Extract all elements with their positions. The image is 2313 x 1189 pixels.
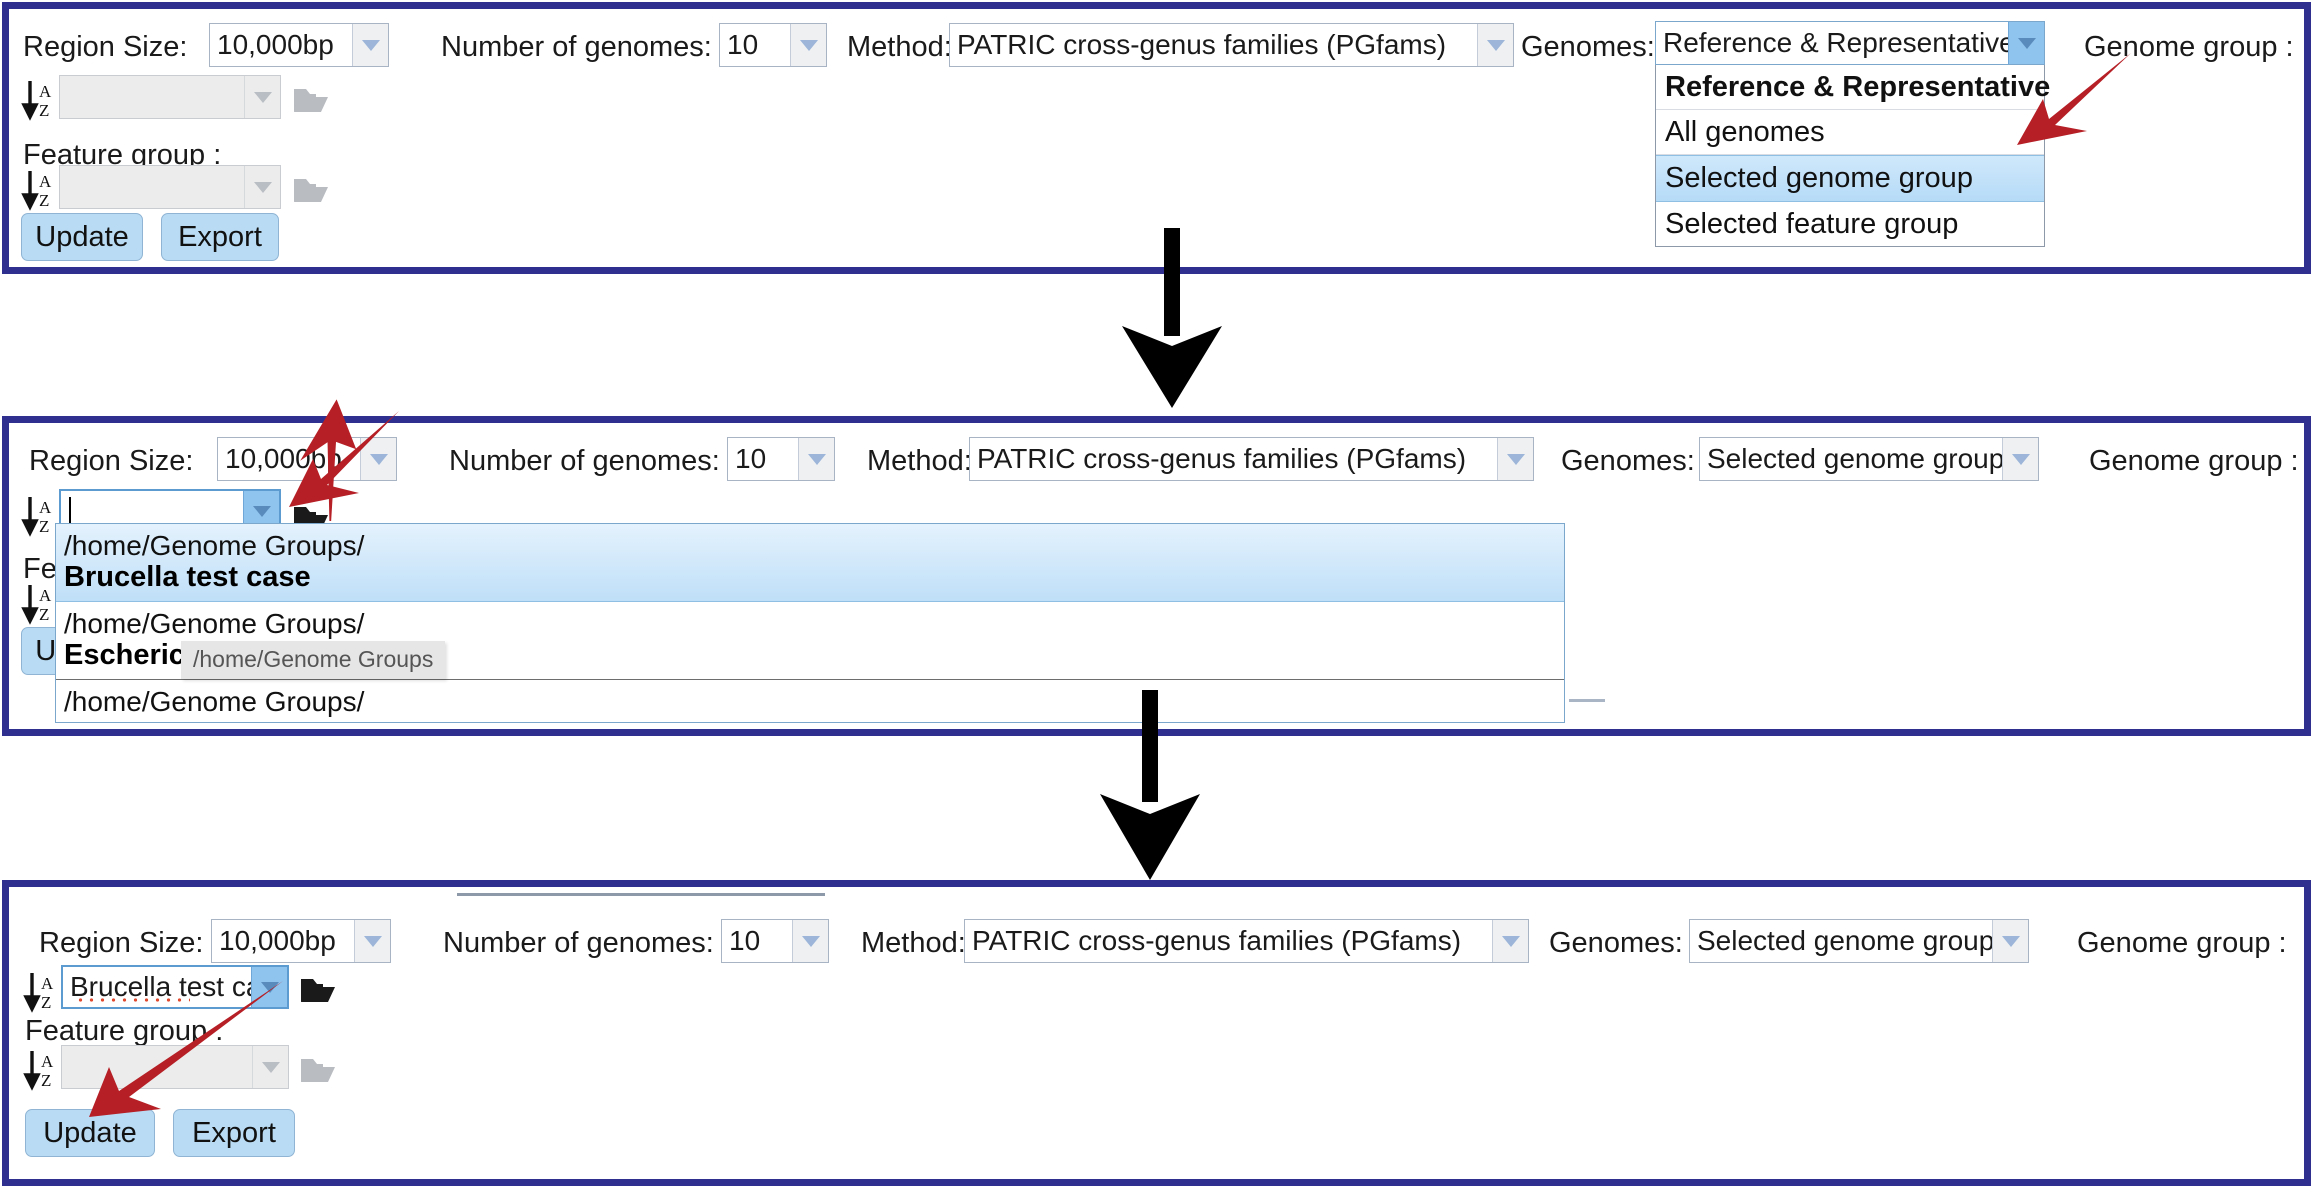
- svg-text:A: A: [39, 172, 52, 191]
- genome-group-value: [60, 76, 244, 118]
- autocomplete-item-path: /home/Genome Groups/: [64, 686, 365, 717]
- svg-text:Z: Z: [41, 1071, 51, 1090]
- region-size-label: Region Size:: [29, 445, 194, 477]
- sort-az-icon: A Z: [21, 167, 55, 213]
- method-label: Method:: [847, 31, 952, 63]
- region-size-combo[interactable]: 10,000bp: [211, 919, 391, 963]
- svg-text:A: A: [39, 82, 52, 101]
- region-size-value: 10,000bp: [212, 920, 354, 962]
- step-2-panel: Region Size: 10,000bp Number of genomes:…: [2, 399, 2311, 736]
- number-of-genomes-value: 10: [722, 920, 792, 962]
- method-combo[interactable]: PATRIC cross-genus families (PGfams): [969, 437, 1534, 481]
- chevron-down-icon[interactable]: [1477, 24, 1513, 66]
- chevron-down-icon[interactable]: [2002, 438, 2038, 480]
- genomes-label: Genomes:: [1561, 445, 1695, 477]
- number-of-genomes-label: Number of genomes:: [449, 445, 720, 477]
- genomes-value: Reference & Representative: [1656, 22, 2008, 64]
- region-size-label: Region Size:: [23, 31, 188, 63]
- red-pointer-arrow-icon: [289, 411, 399, 507]
- autocomplete-item[interactable]: /home/Genome Groups/: [56, 680, 1564, 722]
- number-of-genomes-label: Number of genomes:: [443, 927, 714, 959]
- number-of-genomes-value: 10: [720, 24, 790, 66]
- chevron-down-icon[interactable]: [798, 438, 834, 480]
- folder-icon[interactable]: [292, 83, 330, 115]
- svg-text:A: A: [41, 1052, 54, 1071]
- red-pointer-arrow-icon: [2017, 53, 2131, 145]
- hidden-widget-edge: [457, 893, 825, 896]
- method-combo[interactable]: PATRIC cross-genus families (PGfams): [964, 919, 1529, 963]
- sort-az-icon: A Z: [23, 969, 57, 1015]
- chevron-down-icon[interactable]: [1497, 438, 1533, 480]
- svg-text:A: A: [39, 586, 52, 605]
- svg-text:A: A: [39, 498, 52, 517]
- genome-group-combo[interactable]: [59, 75, 281, 119]
- genomes-label: Genomes:: [1521, 31, 1655, 63]
- method-label: Method:: [861, 927, 966, 959]
- svg-text:Z: Z: [39, 517, 49, 536]
- genomes-combo[interactable]: Selected genome group: [1699, 437, 2039, 481]
- autocomplete-item-name: Brucella test case: [64, 561, 311, 594]
- svg-text:A: A: [41, 974, 54, 993]
- svg-text:Z: Z: [39, 101, 49, 120]
- genome-group-autocomplete-list[interactable]: /home/Genome Groups/ Brucella test case …: [55, 523, 1565, 723]
- method-value: PATRIC cross-genus families (PGfams): [950, 24, 1477, 66]
- svg-text:Z: Z: [41, 993, 51, 1012]
- genomes-value: Selected genome group: [1700, 438, 2002, 480]
- svg-text:Z: Z: [39, 605, 49, 624]
- path-tooltip: /home/Genome Groups: [181, 641, 446, 679]
- genomes-value: Selected genome group: [1690, 920, 1992, 962]
- chevron-down-icon[interactable]: [352, 24, 388, 66]
- sort-az-icon: A Z: [21, 493, 55, 539]
- number-of-genomes-combo[interactable]: 10: [721, 919, 829, 963]
- down-arrow-icon: [1100, 690, 1200, 880]
- number-of-genomes-combo[interactable]: 10: [727, 437, 835, 481]
- export-button[interactable]: Export: [161, 213, 279, 261]
- number-of-genomes-value: 10: [728, 438, 798, 480]
- sort-az-icon: A Z: [21, 581, 55, 627]
- chevron-down-icon[interactable]: [244, 76, 280, 118]
- region-size-value: 10,000bp: [210, 24, 352, 66]
- down-arrow-icon: [1122, 228, 1222, 408]
- genomes-label: Genomes:: [1549, 927, 1683, 959]
- genome-group-label: Genome group :: [2089, 445, 2299, 477]
- hidden-widget-edge: [1569, 699, 1605, 702]
- feature-group-value: [60, 166, 244, 208]
- method-label: Method:: [867, 445, 972, 477]
- method-value: PATRIC cross-genus families (PGfams): [970, 438, 1497, 480]
- chevron-down-icon[interactable]: [792, 920, 828, 962]
- chevron-down-icon[interactable]: [244, 166, 280, 208]
- number-of-genomes-label: Number of genomes:: [441, 31, 712, 63]
- chevron-down-icon[interactable]: [1992, 920, 2028, 962]
- folder-icon[interactable]: [299, 973, 337, 1005]
- region-size-label: Region Size:: [39, 927, 204, 959]
- feature-group-combo[interactable]: [59, 165, 281, 209]
- folder-icon[interactable]: [299, 1053, 337, 1085]
- genome-group-label: Genome group :: [2077, 927, 2287, 959]
- region-size-combo[interactable]: 10,000bp: [209, 23, 389, 67]
- chevron-down-icon[interactable]: [1492, 920, 1528, 962]
- update-button[interactable]: Update: [21, 213, 143, 261]
- method-combo[interactable]: PATRIC cross-genus families (PGfams): [949, 23, 1514, 67]
- sort-az-icon: A Z: [21, 77, 55, 123]
- method-value: PATRIC cross-genus families (PGfams): [965, 920, 1492, 962]
- number-of-genomes-combo[interactable]: 10: [719, 23, 827, 67]
- svg-text:Z: Z: [39, 191, 49, 210]
- red-pointer-arrow-icon: [89, 981, 283, 1117]
- step-3-panel: Region Size: 10,000bp Number of genomes:…: [2, 880, 2311, 1186]
- sort-az-icon: A Z: [23, 1047, 57, 1093]
- chevron-down-icon[interactable]: [790, 24, 826, 66]
- genomes-combo[interactable]: Selected genome group: [1689, 919, 2029, 963]
- autocomplete-item-path: /home/Genome Groups/: [64, 608, 365, 639]
- chevron-down-icon[interactable]: [354, 920, 390, 962]
- folder-icon[interactable]: [292, 173, 330, 205]
- genomes-option-selected-feature-group[interactable]: Selected feature group: [1656, 202, 2044, 246]
